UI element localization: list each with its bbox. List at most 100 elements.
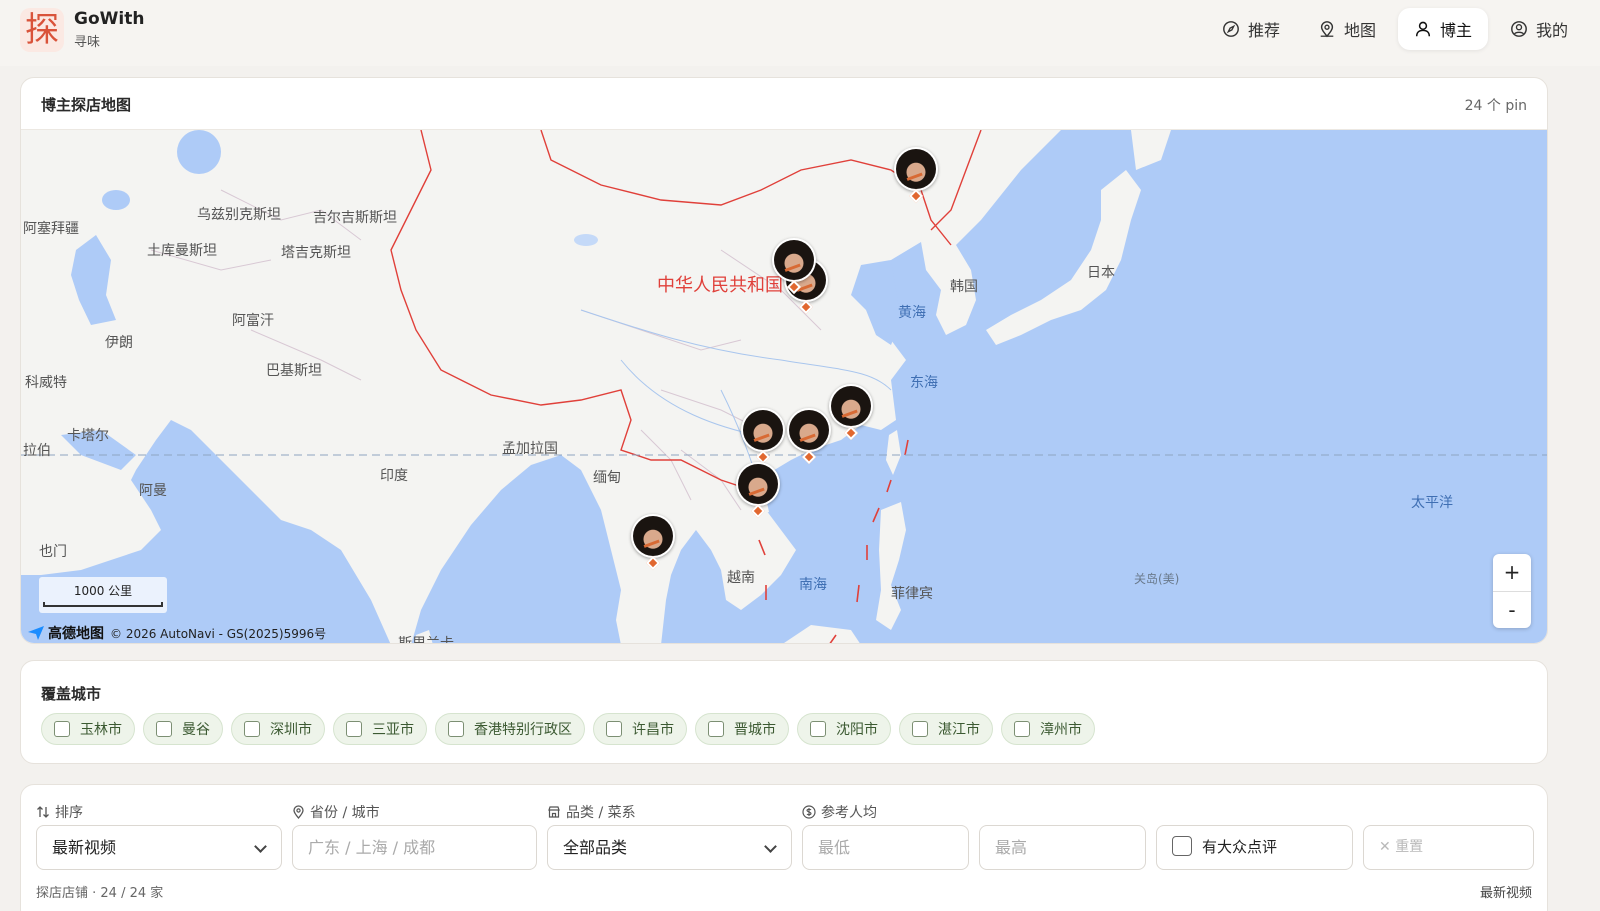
nav-mine-label: 我的 — [1535, 21, 1568, 40]
amap-arrow-icon — [28, 626, 44, 640]
covered-cities-card: 覆盖城市 玉林市 曼谷 深圳市 三亚市 香港特别行政区 许昌市 晋城市 沈阳市 … — [20, 660, 1548, 764]
store-icon — [548, 806, 560, 818]
category-select-value: 全部品类 — [563, 838, 628, 857]
city-filter-label: 省份 / 城市 — [292, 802, 380, 822]
map-scale-bar — [43, 602, 163, 607]
city-chip[interactable]: 湛江市 — [899, 713, 993, 745]
map-pin-shenzhen[interactable] — [787, 408, 831, 468]
checkbox-icon — [810, 721, 826, 737]
location-pin-icon — [293, 805, 304, 819]
sort-label-text: 排序 — [55, 805, 83, 821]
map-label-myanmar: 缅甸 — [593, 470, 621, 486]
map-label-pakistan: 巴基斯坦 — [266, 363, 322, 379]
nav-mine[interactable]: 我的 — [1494, 8, 1584, 50]
map-label-india: 印度 — [380, 468, 408, 484]
city-chip[interactable]: 晋城市 — [695, 713, 789, 745]
zoom-in-button[interactable]: + — [1493, 554, 1531, 591]
map-pin-shenyang[interactable] — [894, 147, 938, 207]
map-label-kyrgyzstan: 吉尔吉斯斯坦 — [313, 210, 397, 226]
map-card-header: 博主探店地图 24 个 pin — [21, 78, 1547, 130]
map-label-philippines: 菲律宾 — [891, 586, 933, 602]
checkbox-icon — [1014, 721, 1030, 737]
price-min-input[interactable]: 最低 — [802, 825, 969, 870]
city-chip[interactable]: 曼谷 — [143, 713, 223, 745]
city-chip[interactable]: 三亚市 — [333, 713, 427, 745]
map-pin-yulin[interactable] — [741, 408, 785, 468]
amap-logo-text: 高德地图 — [48, 626, 104, 642]
city-chip[interactable]: 玉林市 — [41, 713, 135, 745]
app-title: GoWith — [74, 9, 145, 29]
map-label-east-sea: 东海 — [910, 375, 938, 391]
map-pin-jincheng[interactable] — [772, 238, 816, 298]
filter-card: 排序 最新视频 省份 / 城市 广东 / 上海 / 成都 品类 / 菜系 全部品… — [20, 784, 1548, 911]
map-label-south-sea: 南海 — [799, 577, 827, 593]
city-filter-input[interactable]: 广东 / 上海 / 成都 — [292, 825, 537, 870]
nav-recommend[interactable]: 推荐 — [1206, 8, 1296, 50]
map-label-japan: 日本 — [1087, 265, 1115, 281]
city-chip-label: 深圳市 — [270, 722, 312, 738]
map-label-kuwait: 科威特 — [25, 375, 67, 391]
dianping-label: 有大众点评 — [1202, 838, 1278, 856]
sort-select[interactable]: 最新视频 — [36, 825, 282, 870]
category-select[interactable]: 全部品类 — [547, 825, 792, 870]
amap-logo[interactable]: 高德地图 — [27, 623, 104, 643]
blogger-avatar — [787, 408, 831, 452]
map-attribution: 高德地图 © 2026 AutoNavi - GS(2025)5996号 — [27, 623, 326, 643]
sort-label: 排序 — [36, 802, 83, 822]
category-label-text: 品类 / 菜系 — [566, 805, 636, 821]
user-circle-icon — [1511, 21, 1527, 37]
map-canvas[interactable]: 阿塞拜疆 乌兹别克斯坦 吉尔吉斯斯坦 土库曼斯坦 塔吉克斯坦 阿富汗 伊朗 巴基… — [21, 130, 1547, 643]
blogger-avatar — [736, 462, 780, 506]
map-label-afghanistan: 阿富汗 — [232, 313, 274, 329]
map-label-pacific: 太平洋 — [1411, 495, 1453, 511]
map-label-vietnam: 越南 — [727, 570, 755, 586]
reset-button[interactable]: ✕ 重置 — [1363, 825, 1534, 870]
city-chip[interactable]: 漳州市 — [1001, 713, 1095, 745]
blogger-avatar — [894, 147, 938, 191]
price-label: 参考人均 — [802, 802, 877, 822]
city-chip-label: 湛江市 — [938, 722, 980, 738]
map-zoom-control: + - — [1493, 554, 1531, 628]
map-pin-bangkok[interactable] — [631, 514, 675, 574]
map-label-china: 中华人民共和国 — [657, 275, 783, 296]
city-chip-label: 漳州市 — [1040, 722, 1082, 738]
city-filter-placeholder: 广东 / 上海 / 成都 — [308, 838, 436, 857]
blogger-avatar — [741, 408, 785, 452]
map-label-tajikistan: 塔吉克斯坦 — [281, 245, 351, 261]
map-label-arabia: 拉伯 — [23, 443, 51, 459]
city-chip-label: 沈阳市 — [836, 722, 878, 738]
map-label-uzbekistan: 乌兹别克斯坦 — [197, 207, 281, 223]
map-label-guam: 关岛(美) — [1134, 572, 1180, 586]
map-label-korea: 韩国 — [950, 279, 978, 295]
checkbox-icon — [54, 721, 70, 737]
checkbox-icon — [346, 721, 362, 737]
zoom-out-button[interactable]: - — [1493, 591, 1531, 628]
chevron-down-icon — [764, 840, 777, 853]
city-chip-label: 许昌市 — [632, 722, 674, 738]
city-chip[interactable]: 深圳市 — [231, 713, 325, 745]
nav-map[interactable]: 地图 — [1302, 8, 1392, 50]
user-icon — [1415, 21, 1431, 37]
map-label-qatar: 卡塔尔 — [67, 428, 109, 444]
blogger-avatar — [829, 384, 873, 428]
city-chip-label: 三亚市 — [372, 722, 414, 738]
map-pin-zhangzhou[interactable] — [829, 384, 873, 444]
checkbox-icon — [912, 721, 928, 737]
checkbox-icon — [448, 721, 464, 737]
map-label-oman: 阿曼 — [139, 483, 167, 499]
checkbox-icon — [708, 721, 724, 737]
sort-select-value: 最新视频 — [52, 838, 117, 857]
city-chip[interactable]: 许昌市 — [593, 713, 687, 745]
city-chip[interactable]: 香港特别行政区 — [435, 713, 585, 745]
map-label-yemen: 也门 — [39, 544, 67, 560]
price-max-input[interactable]: 最高 — [979, 825, 1146, 870]
pin-count: 24 个 pin — [1464, 98, 1527, 114]
city-chip[interactable]: 沈阳市 — [797, 713, 891, 745]
map-pin-icon — [1320, 21, 1334, 38]
checkbox-icon — [606, 721, 622, 737]
map-pin-zhanjiang[interactable] — [736, 462, 780, 522]
nav-blogger[interactable]: 博主 — [1397, 8, 1488, 50]
app-logo[interactable]: 探 — [20, 8, 64, 52]
dianping-checkbox[interactable]: 有大众点评 — [1156, 825, 1353, 870]
city-filter-label-text: 省份 / 城市 — [310, 805, 380, 821]
